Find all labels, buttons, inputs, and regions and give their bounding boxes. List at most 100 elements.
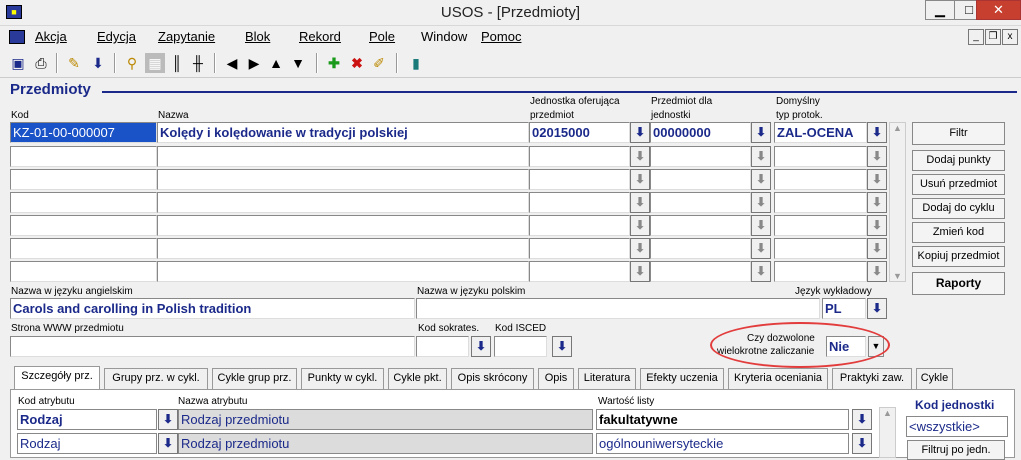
download-icon[interactable]: ⬇ xyxy=(88,53,108,73)
przedmiot-dla-field-empty[interactable] xyxy=(650,238,751,259)
nazwa-field-empty[interactable] xyxy=(157,238,529,259)
filtr-button[interactable]: Filtr xyxy=(912,122,1005,145)
jednostka-field-empty[interactable] xyxy=(529,238,630,259)
nazwa-field-empty[interactable] xyxy=(157,169,529,190)
count-icon[interactable]: ║ xyxy=(167,53,187,73)
typ-protok-field-empty[interactable] xyxy=(774,146,867,167)
records-scrollbar[interactable]: ▲ ▼ xyxy=(889,122,906,282)
isced-lov-button[interactable]: ⬇ xyxy=(552,336,572,357)
print-icon[interactable]: ⎙ xyxy=(31,53,51,73)
jednostka-field[interactable]: 02015000 xyxy=(529,122,630,143)
mdi-restore-button[interactable]: ❐ xyxy=(985,29,1001,45)
menu-pomoc[interactable]: Pomoc xyxy=(481,29,521,44)
mdi-close-button[interactable]: x xyxy=(1002,29,1018,45)
isced-field[interactable] xyxy=(494,336,547,357)
jednostka-lov-button[interactable]: ⬇ xyxy=(630,146,650,167)
www-field[interactable] xyxy=(10,336,415,357)
typ-protok-lov-button[interactable]: ⬇ xyxy=(867,261,887,282)
tab-8[interactable]: Efekty uczenia xyxy=(640,368,724,389)
menu-blok[interactable]: Blok xyxy=(245,29,270,44)
jezyk-lov-button[interactable]: ⬇ xyxy=(867,298,887,319)
jezyk-field[interactable]: PL xyxy=(822,298,866,319)
jednostka-field-empty[interactable] xyxy=(529,192,630,213)
kopiuj-przedmiot-button[interactable]: Kopiuj przedmiot xyxy=(912,246,1005,267)
scroll-up-icon[interactable]: ▲ xyxy=(880,408,895,418)
kod-field-empty[interactable] xyxy=(10,146,157,167)
typ-protok-lov-button[interactable]: ⬇ xyxy=(867,169,887,190)
jednostka-lov-button[interactable]: ⬇ xyxy=(630,122,650,143)
wartosc-listy-field[interactable]: ogólnouniwersyteckie xyxy=(596,433,849,454)
prev-icon[interactable]: ◀ xyxy=(222,53,242,73)
sokrates-field[interactable] xyxy=(416,336,469,357)
tab-4[interactable]: Cykle pkt. xyxy=(388,368,447,389)
filtruj-po-jedn-button[interactable]: Filtruj po jedn. xyxy=(907,440,1005,460)
jednostka-field-empty[interactable] xyxy=(529,146,630,167)
kod-field[interactable]: KZ-01-00-000007 xyxy=(10,122,157,143)
menu-window[interactable]: Window xyxy=(421,29,467,44)
nazwa-field-empty[interactable] xyxy=(157,146,529,167)
scroll-up-icon[interactable]: ▲ xyxy=(890,123,905,133)
add-record-icon[interactable]: ✚ xyxy=(324,53,344,73)
nazwa-field-empty[interactable] xyxy=(157,215,529,236)
tab-0[interactable]: Szczegóły prz. xyxy=(14,366,100,390)
typ-protok-lov-button[interactable]: ⬇ xyxy=(867,238,887,259)
details-scrollbar[interactable]: ▲ xyxy=(879,407,896,458)
kod-atrybutu-field[interactable]: Rodzaj xyxy=(17,409,157,430)
przedmiot-dla-field-empty[interactable] xyxy=(650,169,751,190)
raporty-button[interactable]: Raporty xyxy=(912,272,1005,295)
nazwa-field[interactable]: Kolędy i kolędowanie w tradycji polskiej xyxy=(157,122,529,143)
typ-protok-field-empty[interactable] xyxy=(774,192,867,213)
next-icon[interactable]: ▶ xyxy=(244,53,264,73)
sokrates-lov-button[interactable]: ⬇ xyxy=(471,336,491,357)
typ-protok-lov-button[interactable]: ⬇ xyxy=(867,122,887,143)
save-icon[interactable]: ▣ xyxy=(8,53,28,73)
minimize-button[interactable]: ▁ xyxy=(925,0,955,20)
jednostka-field-empty[interactable] xyxy=(529,169,630,190)
nazwa-field-empty[interactable] xyxy=(157,192,529,213)
typ-protok-field-empty[interactable] xyxy=(774,215,867,236)
zmien-kod-button[interactable]: Zmień kod xyxy=(912,222,1005,243)
przedmiot-dla-field[interactable]: 00000000 xyxy=(650,122,751,143)
close-button[interactable]: ✕ xyxy=(976,0,1021,20)
menu-zapytanie[interactable]: Zapytanie xyxy=(158,29,215,44)
stats-icon[interactable]: ╫ xyxy=(188,53,208,73)
jednostka-field-empty[interactable] xyxy=(529,261,630,282)
typ-protok-lov-button[interactable]: ⬇ xyxy=(867,215,887,236)
typ-protok-field-empty[interactable] xyxy=(774,169,867,190)
jednostka-field-empty[interactable] xyxy=(529,215,630,236)
przedmiot-dla-field-empty[interactable] xyxy=(650,192,751,213)
przedmiot-dla-lov-button[interactable]: ⬇ xyxy=(751,261,771,282)
edit-icon[interactable]: ✎ xyxy=(64,53,84,73)
przedmiot-dla-lov-button[interactable]: ⬇ xyxy=(751,169,771,190)
tab-9[interactable]: Kryteria oceniania xyxy=(728,368,828,389)
tab-11[interactable]: Cykle xyxy=(916,368,953,389)
przedmiot-dla-lov-button[interactable]: ⬇ xyxy=(751,192,771,213)
typ-protok-field-empty[interactable] xyxy=(774,261,867,282)
jednostka-lov-button[interactable]: ⬇ xyxy=(630,215,650,236)
menu-edycja[interactable]: Edycja xyxy=(97,29,136,44)
tab-3[interactable]: Punkty w cykl. xyxy=(301,368,384,389)
nazwa-ang-field[interactable]: Carols and carolling in Polish tradition xyxy=(10,298,415,319)
kod-field-empty[interactable] xyxy=(10,238,157,259)
tab-10[interactable]: Praktyki zaw. xyxy=(832,368,912,389)
typ-protok-lov-button[interactable]: ⬇ xyxy=(867,146,887,167)
jednostka-lov-button[interactable]: ⬇ xyxy=(630,261,650,282)
doc-icon[interactable] xyxy=(9,30,25,44)
typ-protok-lov-button[interactable]: ⬇ xyxy=(867,192,887,213)
kod-field-empty[interactable] xyxy=(10,169,157,190)
przedmiot-dla-field-empty[interactable] xyxy=(650,146,751,167)
kod-jednostki-field[interactable]: <wszystkie> xyxy=(906,416,1008,437)
nazwa-field-empty[interactable] xyxy=(157,261,529,282)
usun-przedmiot-button[interactable]: Usuń przedmiot xyxy=(912,174,1005,195)
clear-icon[interactable]: ✐ xyxy=(369,53,389,73)
up-icon[interactable]: ▲ xyxy=(266,53,286,73)
kod-field-empty[interactable] xyxy=(10,192,157,213)
tab-2[interactable]: Cykle grup prz. xyxy=(212,368,297,389)
przedmiot-dla-lov-button[interactable]: ⬇ xyxy=(751,146,771,167)
jednostka-lov-button[interactable]: ⬇ xyxy=(630,192,650,213)
exit-icon[interactable]: ▮ xyxy=(406,53,426,73)
przedmiot-dla-field-empty[interactable] xyxy=(650,215,751,236)
delete-record-icon[interactable]: ✖ xyxy=(347,53,367,73)
dodaj-do-cyklu-button[interactable]: Dodaj do cyklu xyxy=(912,198,1005,219)
menu-rekord[interactable]: Rekord xyxy=(299,29,341,44)
